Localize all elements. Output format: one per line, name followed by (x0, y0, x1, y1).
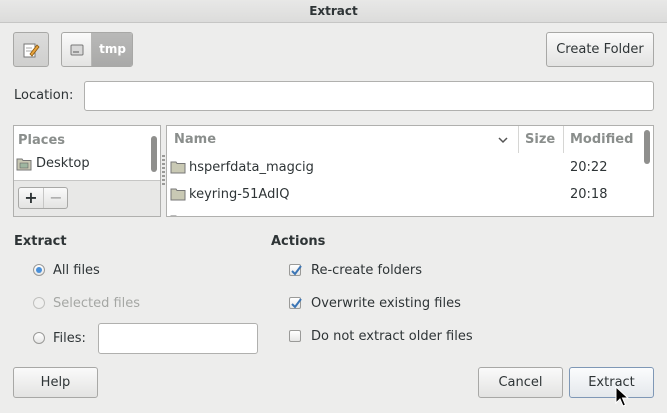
file-name: hsperfdata_magcig (189, 160, 314, 175)
remove-bookmark-button[interactable]: − (44, 188, 68, 208)
do-not-extract-older-label: Do not extract older files (311, 329, 473, 344)
drive-icon (70, 44, 84, 56)
all-files-radio[interactable] (33, 264, 45, 276)
folder-icon (170, 215, 177, 216)
column-header-name[interactable]: Name (167, 126, 519, 153)
files-pattern-radio[interactable] (33, 332, 45, 344)
overwrite-existing-checkbox[interactable] (289, 297, 302, 309)
path-drive-button[interactable] (62, 33, 92, 66)
window-title: Extract (0, 0, 667, 23)
desktop-folder-icon (16, 158, 32, 170)
actions-section-title: Actions (271, 234, 326, 249)
path-bar: tmp (61, 32, 133, 67)
location-label: Location: (14, 88, 74, 103)
folder-icon (170, 188, 186, 201)
pane-splitter-handle[interactable] (162, 155, 165, 185)
files-pattern-label: Files: (53, 331, 86, 346)
do-not-extract-older-checkbox[interactable] (289, 330, 301, 342)
checkmark-icon (291, 298, 302, 309)
edit-location-button[interactable] (13, 32, 49, 67)
places-toolbar: + − (14, 180, 160, 216)
recreate-folders-checkbox[interactable] (289, 264, 302, 276)
file-row[interactable]: keyring-51AdIQ 20:18 (167, 181, 643, 208)
file-name: keyring-51AdIQ (189, 187, 290, 202)
recreate-folders-label: Re-create folders (311, 263, 423, 278)
cancel-button[interactable]: Cancel (478, 367, 563, 398)
overwrite-existing-label: Overwrite existing files (311, 296, 461, 311)
files-pattern-input[interactable] (98, 323, 258, 354)
places-item-desktop[interactable]: Desktop (16, 154, 90, 174)
checkmark-icon (291, 265, 302, 276)
extract-button[interactable]: Extract (569, 367, 654, 398)
file-row-partial[interactable] (167, 208, 643, 216)
column-header-modified[interactable]: Modified (564, 126, 644, 153)
edit-pencil-icon (23, 43, 40, 58)
places-item-label: Desktop (36, 156, 90, 171)
path-folder-tmp[interactable]: tmp (92, 33, 132, 66)
files-scrollbar[interactable] (644, 130, 650, 164)
places-header: Places (18, 133, 66, 148)
selected-files-label: Selected files (53, 296, 141, 311)
help-button[interactable]: Help (13, 367, 98, 398)
chevron-down-icon (498, 137, 508, 144)
add-bookmark-button[interactable]: + (19, 188, 44, 208)
all-files-label: All files (53, 263, 100, 278)
file-modified: 20:18 (570, 187, 608, 202)
file-row[interactable]: hsperfdata_magcig 20:22 (167, 154, 643, 181)
create-folder-button[interactable]: Create Folder (546, 32, 654, 67)
places-sidebar: Places Desktop + − (13, 125, 161, 217)
mouse-cursor-icon (615, 386, 629, 407)
places-scrollbar[interactable] (151, 136, 157, 172)
file-modified: 20:22 (570, 160, 608, 175)
extract-section-title: Extract (14, 234, 67, 249)
location-input[interactable] (84, 81, 654, 111)
folder-icon (170, 161, 186, 174)
places-add-remove-group: + − (18, 187, 68, 209)
column-name-label: Name (174, 132, 217, 147)
selected-files-radio (33, 297, 45, 309)
file-list: Name Size Modified hsperfdata_magcig 20:… (166, 125, 654, 217)
column-header-size[interactable]: Size (519, 126, 564, 153)
